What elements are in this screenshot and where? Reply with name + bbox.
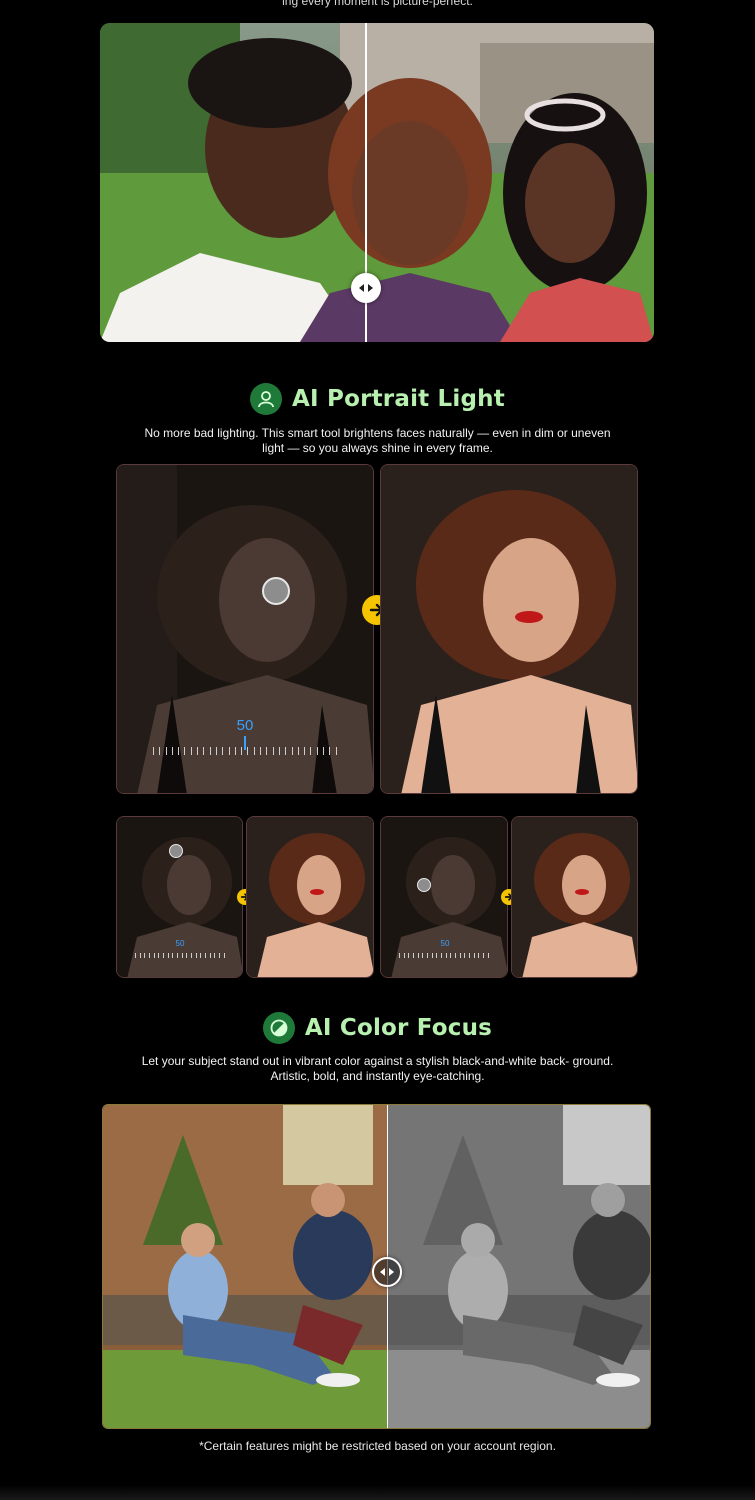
color-focus-description: Let your subject stand out in vibrant co…	[141, 1054, 614, 1083]
thumb-after-2[interactable]	[511, 816, 638, 978]
thumb-lit-photo-2	[512, 817, 637, 977]
thumb-after-1[interactable]	[246, 816, 374, 978]
thumb-before-1[interactable]: 50	[116, 816, 243, 978]
color-focus-heading: AI Color Focus	[0, 1012, 755, 1044]
compare-handle-icon[interactable]	[372, 1257, 402, 1287]
selfie-comparison-image[interactable]	[100, 23, 654, 342]
footnote: *Certain features might be restricted ba…	[199, 1439, 556, 1453]
portrait-light-description: No more bad lighting. This smart tool br…	[144, 426, 611, 455]
color-focus-comparison-image[interactable]	[102, 1104, 651, 1429]
person-icon	[250, 383, 283, 415]
top-caption: ing every moment is picture-perfect.	[282, 0, 473, 8]
thumb-light-handle-1	[169, 844, 183, 858]
portrait-light-heading: AI Portrait Light	[0, 383, 755, 415]
light-slider-value: 50	[236, 717, 254, 734]
lit-portrait-photo	[381, 465, 637, 793]
thumb-light-handle-2	[417, 878, 431, 892]
thumb-lit-photo-1	[247, 817, 373, 977]
portrait-after-card[interactable]	[380, 464, 638, 794]
thumb-slider-1	[135, 952, 225, 958]
compare-handle-icon[interactable]	[351, 273, 381, 303]
color-focus-icon	[262, 1012, 295, 1044]
portrait-light-title: AI Portrait Light	[292, 386, 505, 412]
thumb-slider-2	[399, 952, 489, 958]
portrait-before-card[interactable]: 50	[116, 464, 374, 794]
thumb-before-2[interactable]: 50	[380, 816, 508, 978]
color-focus-title: AI Color Focus	[304, 1015, 493, 1041]
thumb-slider-value-1: 50	[175, 939, 185, 948]
light-source-handle[interactable]	[262, 577, 290, 605]
thumb-slider-value-2: 50	[440, 939, 450, 948]
light-slider[interactable]	[153, 745, 337, 755]
bottom-divider	[0, 1485, 755, 1500]
